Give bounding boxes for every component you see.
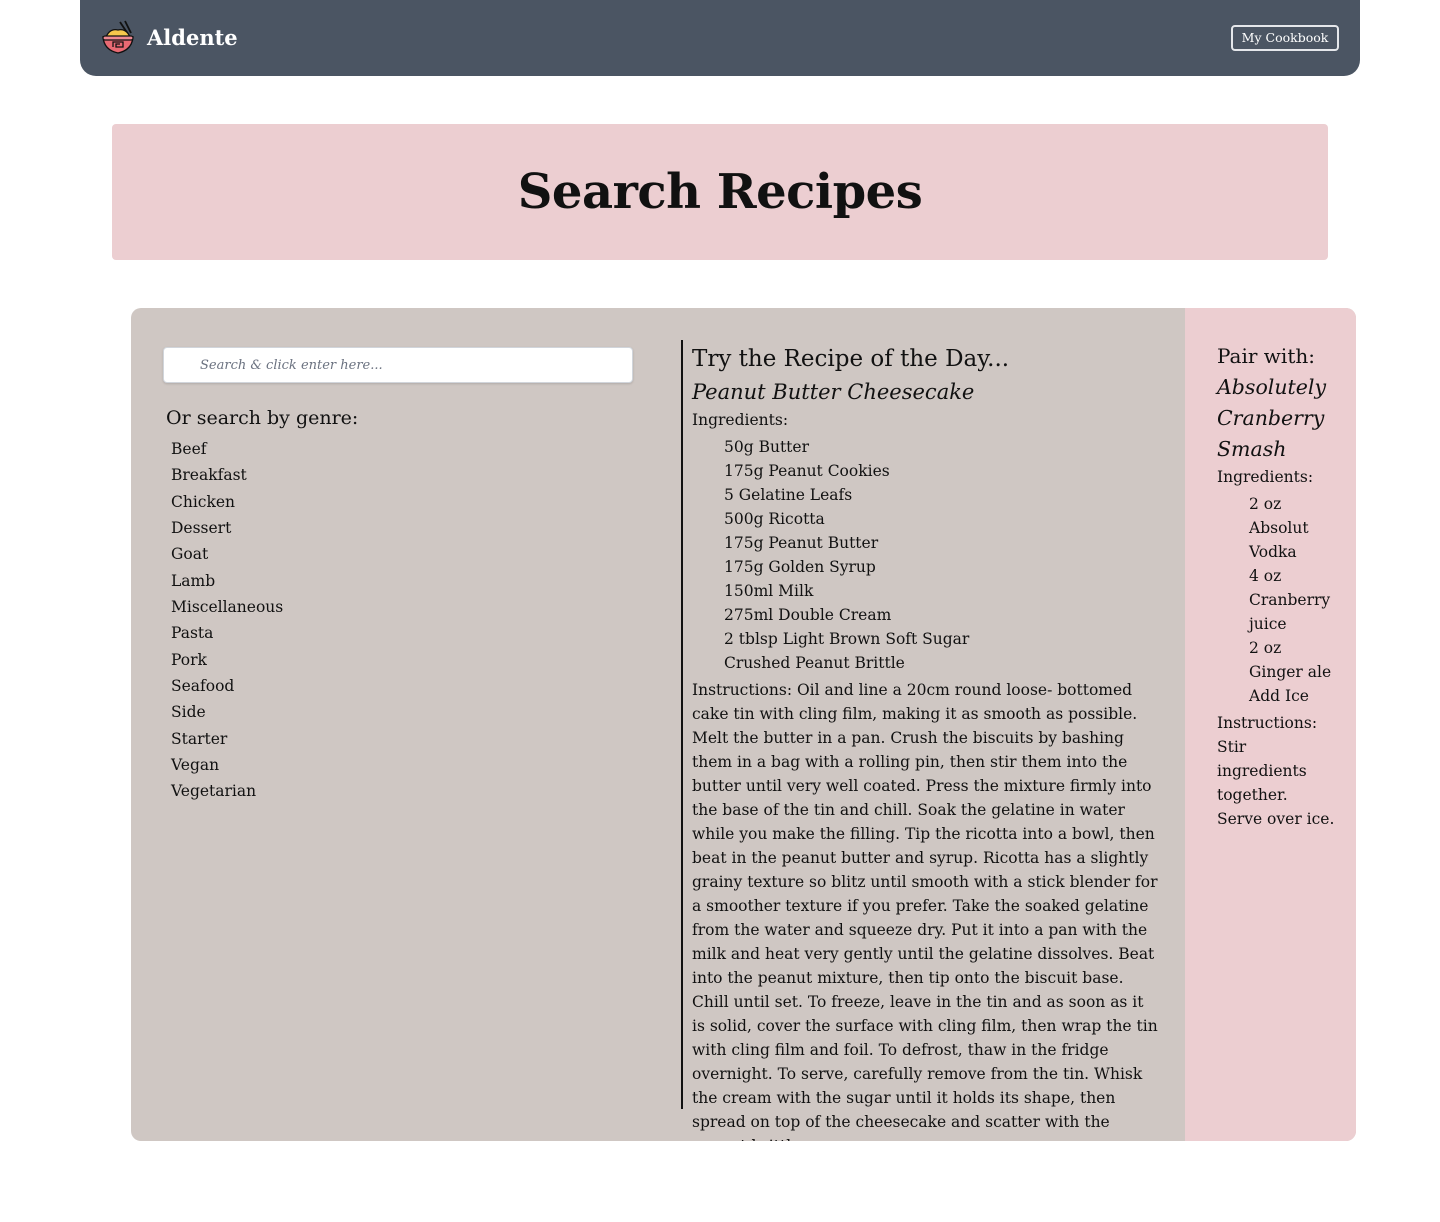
genre-item-vegan[interactable]: Vegan (171, 752, 283, 778)
page-title: Search Recipes (517, 164, 923, 220)
ingredients-label: Ingredients: (692, 411, 789, 429)
content-panel: Or search by genre: Beef Breakfast Chick… (131, 308, 1356, 1141)
pairing-ingredient-list: 2 oz Absolut Vodka 4 oz Cranberry juice … (1217, 489, 1335, 711)
genre-item-starter[interactable]: Starter (171, 726, 283, 752)
genre-item-beef[interactable]: Beef (171, 436, 283, 462)
ingredient-item: 275ml Double Cream (724, 606, 892, 624)
pairing-ingredients-label: Ingredients: (1217, 468, 1314, 486)
genre-item-pork[interactable]: Pork (171, 647, 283, 673)
recipe-name[interactable]: Peanut Butter Cheesecake (692, 376, 1158, 408)
genre-item-vegetarian[interactable]: Vegetarian (171, 778, 283, 804)
genre-item-goat[interactable]: Goat (171, 541, 283, 567)
recipe-instructions: Instructions: Oil and line a 20cm round … (692, 681, 1158, 1141)
genre-item-side[interactable]: Side (171, 699, 283, 725)
genre-item-miscellaneous[interactable]: Miscellaneous (171, 594, 283, 620)
ingredient-item: Crushed Peanut Brittle (724, 654, 905, 672)
genre-heading: Or search by genre: (166, 407, 359, 429)
noodle-bowl-icon[interactable] (100, 20, 136, 56)
pairing-heading: Pair with: (1217, 344, 1315, 368)
hero-banner: Search Recipes (112, 124, 1328, 260)
ingredient-item: 50g Butter (724, 438, 809, 456)
recipe-of-the-day: Try the Recipe of the Day... Peanut Butt… (692, 342, 1158, 1141)
genre-item-seafood[interactable]: Seafood (171, 673, 283, 699)
recipe-of-day-heading: Try the Recipe of the Day... (692, 346, 1010, 372)
pairing-ingredient-item: 2 oz Absolut Vodka (1249, 495, 1309, 561)
pairing-ingredient-item: 4 oz Cranberry juice (1249, 567, 1331, 633)
genre-item-breakfast[interactable]: Breakfast (171, 462, 283, 488)
ingredient-item: 175g Peanut Cookies (724, 462, 890, 480)
ingredient-item: 175g Golden Syrup (724, 558, 876, 576)
ingredient-item: 175g Peanut Butter (724, 534, 879, 552)
ingredient-item: 5 Gelatine Leafs (724, 486, 853, 504)
genre-item-pasta[interactable]: Pasta (171, 620, 283, 646)
ingredient-item: 150ml Milk (724, 582, 814, 600)
pairing-instructions: Instructions: Stir ingredients together.… (1217, 714, 1335, 828)
genre-item-chicken[interactable]: Chicken (171, 489, 283, 515)
ingredient-item: 2 tblsp Light Brown Soft Sugar (724, 630, 970, 648)
drink-name[interactable]: Absolutely Cranberry Smash (1217, 372, 1335, 465)
pairing-ingredient-item: 2 oz Ginger ale (1249, 639, 1332, 681)
ingredient-list: 50g Butter 175g Peanut Cookies 5 Gelatin… (692, 432, 1158, 678)
brand-name[interactable]: Aldente (147, 24, 238, 52)
my-cookbook-button[interactable]: My Cookbook (1231, 25, 1339, 51)
search-input[interactable] (163, 347, 633, 383)
genre-item-dessert[interactable]: Dessert (171, 515, 283, 541)
genre-list: Beef Breakfast Chicken Dessert Goat Lamb… (171, 436, 283, 805)
pairing-ingredient-item: Add Ice (1249, 687, 1309, 705)
navbar (80, 0, 1360, 76)
genre-item-lamb[interactable]: Lamb (171, 568, 283, 594)
column-divider (681, 340, 683, 1109)
ingredient-item: 500g Ricotta (724, 510, 825, 528)
drink-pairing: Pair with: Absolutely Cranberry Smash In… (1217, 340, 1335, 831)
